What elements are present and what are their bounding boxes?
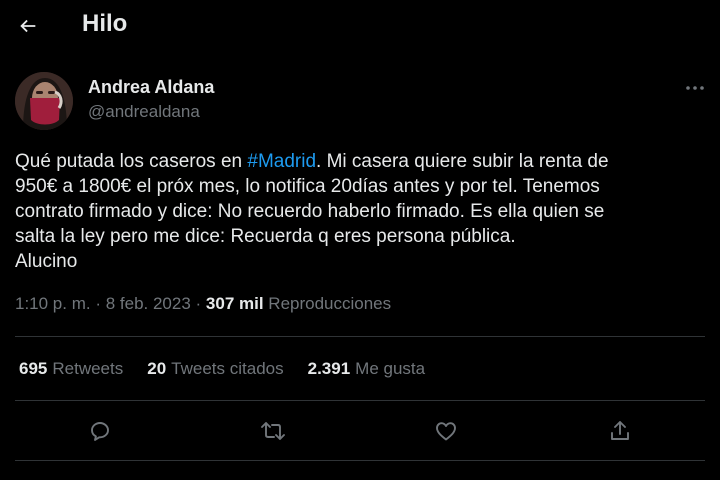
views-count[interactable]: 307 mil [206, 294, 264, 313]
tweet-date[interactable]: 8 feb. 2023 [106, 294, 191, 313]
divider [15, 400, 705, 401]
more-options-button[interactable] [684, 78, 706, 98]
thread-header: Hilo [0, 0, 720, 52]
tweet-line: 950€ a 1800€ el próx mes, lo notifica 20… [15, 176, 600, 197]
hashtag-link[interactable]: #Madrid [247, 151, 316, 172]
retweets-stat[interactable]: 695 Retweets [19, 359, 123, 379]
likes-count: 2.391 [307, 359, 351, 378]
author-handle[interactable]: @andrealdana [88, 102, 200, 122]
retweet-button[interactable] [256, 414, 290, 448]
retweet-icon [261, 422, 285, 440]
retweets-label: Retweets [52, 359, 124, 378]
avatar[interactable] [15, 72, 73, 130]
tweet-text-segment: Qué putada los caseros en [15, 151, 248, 172]
meta-separator: · [190, 294, 206, 313]
like-icon [436, 422, 456, 441]
tweet-text-segment: . Mi casera quiere subir la renta de [316, 151, 609, 172]
tweet-line: contrato firmado y dice: No recuerdo hab… [15, 201, 605, 222]
divider [15, 336, 705, 337]
likes-stat[interactable]: 2.391 Me gusta [308, 359, 425, 379]
tweet-line: Alucino [15, 251, 78, 272]
quotes-count: 20 [147, 359, 167, 378]
like-button[interactable] [429, 414, 463, 448]
avatar-image [15, 72, 73, 130]
author-name[interactable]: Andrea Aldana [88, 77, 214, 98]
arrow-left-icon [20, 19, 36, 33]
views-label: Reproducciones [263, 294, 392, 313]
quotes-stat[interactable]: 20 Tweets citados [147, 359, 283, 379]
quotes-label: Tweets citados [171, 359, 284, 378]
reply-button[interactable] [83, 414, 117, 448]
meta-separator: · [90, 294, 106, 313]
action-bar [0, 414, 720, 448]
tweet-line: salta la ley pero me dice: Recuerda q er… [15, 226, 516, 247]
tweet-stats: 695 Retweets 20 Tweets citados 2.391 Me gus… [19, 359, 425, 379]
share-icon [611, 421, 629, 440]
retweets-count: 695 [19, 359, 48, 378]
likes-label: Me gusta [355, 359, 426, 378]
reply-icon [91, 422, 109, 441]
tweet-meta: 1:10 p. m. · 8 feb. 2023 · 307 mil Repro… [15, 294, 391, 314]
more-icon [686, 86, 704, 90]
back-button[interactable] [14, 12, 42, 40]
tweet-time[interactable]: 1:10 p. m. [15, 294, 91, 313]
tweet-text: Qué putada los caseros en #Madrid. Mi ca… [15, 149, 705, 274]
share-button[interactable] [603, 414, 637, 448]
page-title: Hilo [82, 10, 128, 37]
divider [15, 460, 705, 461]
tweet-line: Qué putada los caseros en #Madrid. Mi ca… [15, 149, 705, 174]
